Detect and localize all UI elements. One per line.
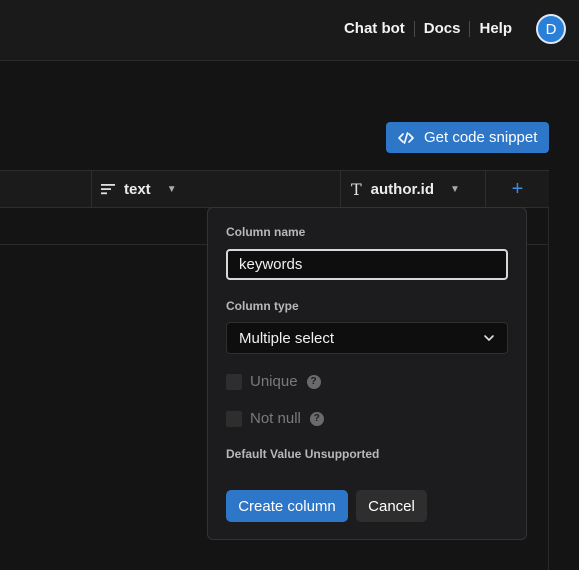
grid-header: text ▼ T author.id ▼ +: [0, 170, 549, 208]
top-nav: Chat bot Docs Help: [335, 20, 521, 37]
column-name-input[interactable]: [226, 249, 508, 280]
nav-docs[interactable]: Docs: [415, 20, 470, 37]
default-value-note: Default Value Unsupported: [226, 447, 380, 461]
nav-help[interactable]: Help: [470, 20, 521, 37]
help-icon[interactable]: ?: [309, 411, 324, 426]
nav-chat-bot[interactable]: Chat bot: [335, 20, 414, 37]
avatar[interactable]: D: [536, 14, 566, 44]
not-null-label: Not null: [250, 410, 301, 427]
column-name-label: Column name: [226, 225, 306, 239]
code-icon: [398, 131, 414, 144]
not-null-option: Not null ?: [226, 410, 324, 427]
unique-label: Unique: [250, 373, 298, 390]
chevron-down-icon: [484, 335, 494, 341]
help-icon[interactable]: ?: [306, 374, 321, 389]
top-bar: Chat bot Docs Help D: [0, 0, 579, 61]
unique-checkbox[interactable]: [226, 373, 242, 390]
get-code-snippet-label: Get code snippet: [424, 129, 538, 146]
column-header-author-id[interactable]: T author.id ▼: [340, 171, 485, 207]
plus-icon: +: [511, 177, 524, 200]
add-column-popover: Column name Column type Multiple select …: [207, 207, 527, 540]
cancel-button[interactable]: Cancel: [356, 490, 427, 522]
create-column-button[interactable]: Create column: [226, 490, 348, 522]
unique-option: Unique ?: [226, 373, 321, 390]
not-null-checkbox[interactable]: [226, 410, 242, 427]
column-type-value: Multiple select: [239, 329, 335, 347]
get-code-snippet-button[interactable]: Get code snippet: [386, 122, 549, 153]
caret-down-icon[interactable]: ▼: [450, 184, 460, 195]
grid-right-border: [548, 208, 549, 570]
caret-down-icon[interactable]: ▼: [167, 184, 177, 195]
text-type-icon: T: [351, 179, 362, 199]
column-label: author.id: [370, 180, 435, 198]
column-type-label: Column type: [226, 299, 299, 313]
column-label: text: [124, 180, 151, 198]
add-column-button[interactable]: +: [485, 171, 549, 207]
column-type-select[interactable]: Multiple select: [226, 322, 508, 354]
column-header-text[interactable]: text ▼: [91, 171, 340, 207]
text-lines-icon: [101, 184, 115, 195]
